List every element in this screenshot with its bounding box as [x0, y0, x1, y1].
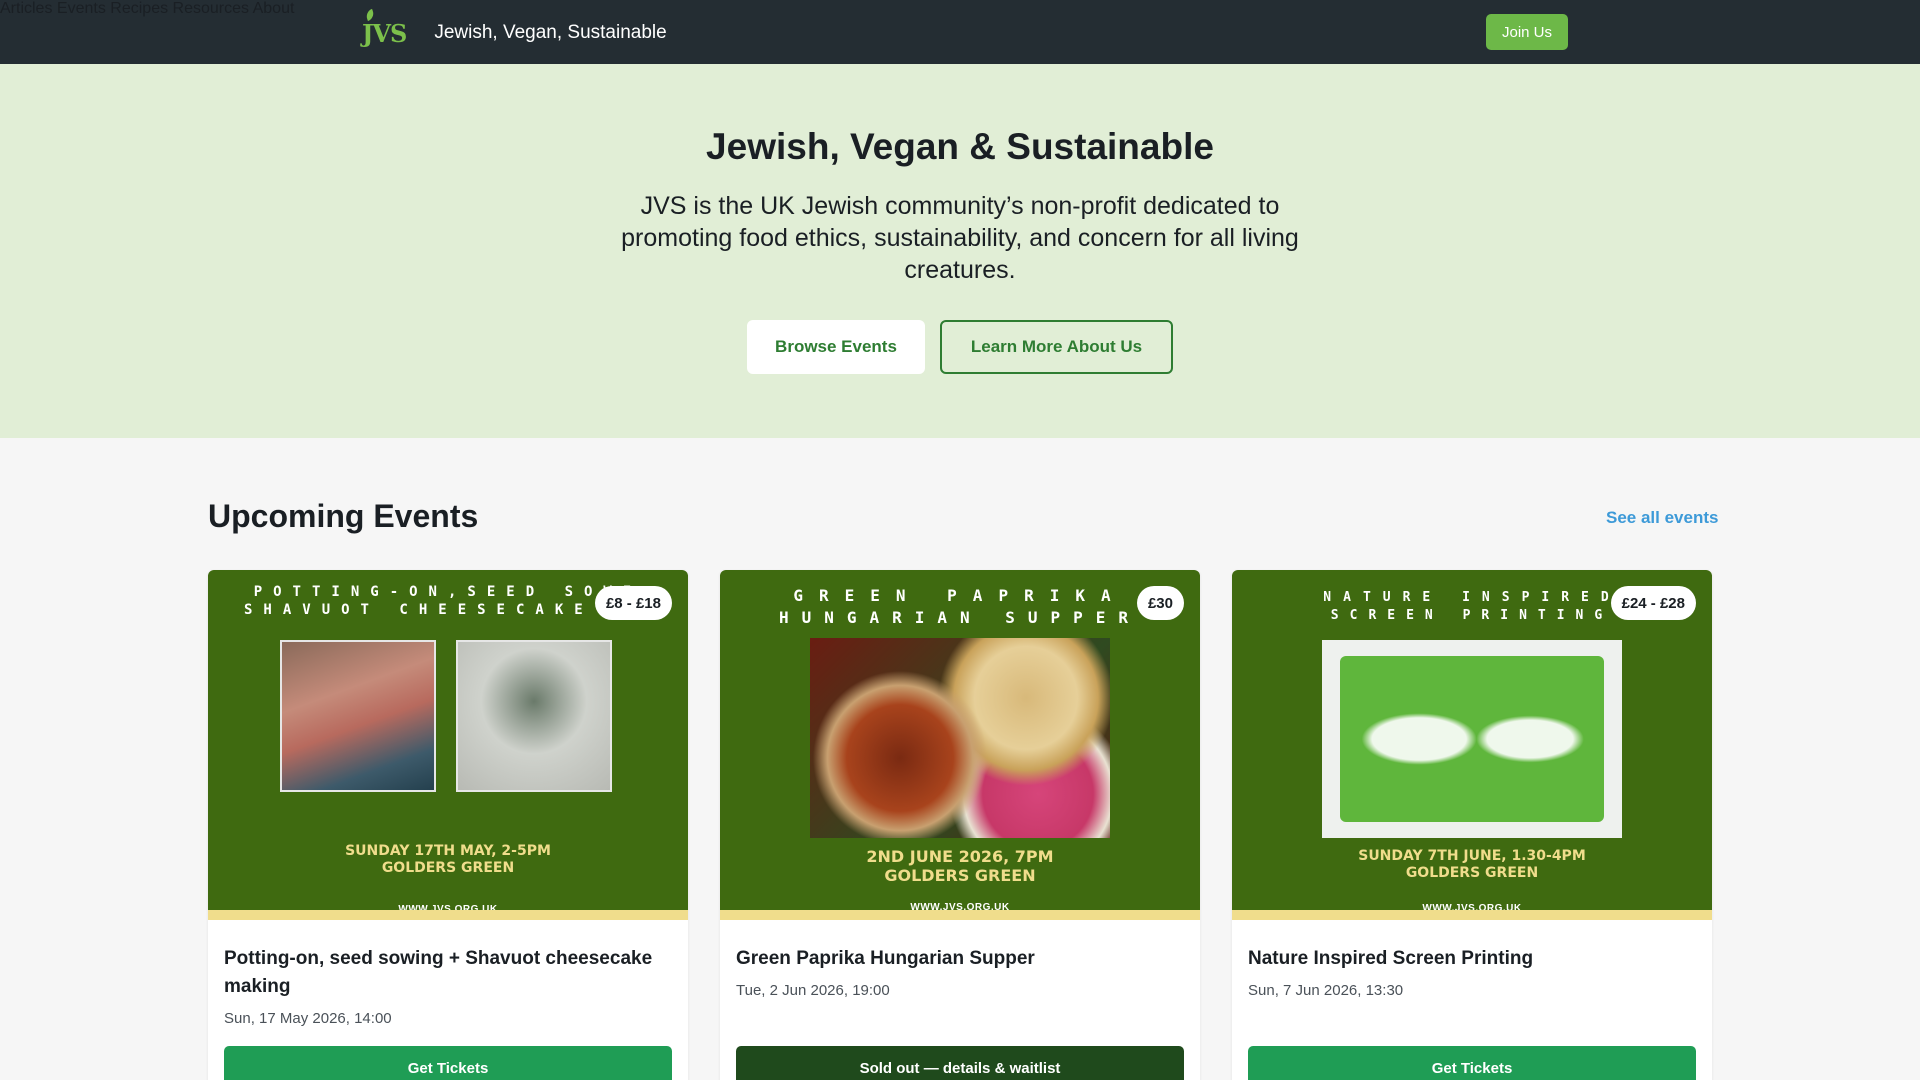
event-poster-image[interactable]: POTTING-ON,SEED SOWI SHAVUOT CHEESECAKE …	[208, 570, 688, 920]
nav-articles[interactable]: Articles	[0, 0, 52, 17]
event-title[interactable]: Nature Inspired Screen Printing	[1248, 945, 1696, 973]
event-title[interactable]: Green Paprika Hungarian Supper	[736, 945, 1184, 973]
poster-title-line: HUNGARIAN SUPPER	[778, 608, 1142, 627]
site-title[interactable]: Jewish, Vegan, Sustainable	[434, 13, 666, 53]
poster-date: SUNDAY 17TH MAY, 2-5PM	[345, 843, 551, 859]
poster-stripe	[208, 910, 688, 920]
hero-section: Jewish, Vegan & Sustainable JVS is the U…	[0, 64, 1920, 438]
jvs-logo[interactable]: JVS	[362, 8, 407, 54]
events-heading: Upcoming Events	[208, 498, 479, 534]
poster-location: GOLDERS GREEN	[381, 860, 515, 876]
hero-title: Jewish, Vegan & Sustainable	[706, 126, 1214, 167]
brand[interactable]: JVS Jewish, Vegan, Sustainable	[362, 8, 667, 54]
event-date: Tue, 2 Jun 2026, 19:00	[736, 982, 890, 999]
event-date: Sun, 17 May 2026, 14:00	[224, 1010, 392, 1027]
see-all-events-link[interactable]: See all events	[1606, 508, 1718, 528]
event-poster-image[interactable]: NATURE INSPIRED SCREEN PRINTING SUNDAY 7…	[1232, 570, 1712, 920]
seedlings-photo	[456, 640, 612, 792]
leaf-print-shape	[1340, 656, 1604, 822]
hungarian-food-photo	[810, 638, 1110, 838]
price-badge: £8 - £18	[594, 586, 672, 620]
join-us-button[interactable]: Join Us	[1486, 14, 1568, 50]
browse-events-button[interactable]: Browse Events	[747, 320, 925, 374]
price-badge: £30	[1136, 586, 1184, 620]
nav-resources[interactable]: Resources	[173, 0, 249, 17]
poster-date: SUNDAY 7TH JUNE, 1.30-4PM	[1358, 848, 1586, 864]
price-badge: £24 - £28	[1610, 586, 1696, 620]
cheesecake-photo	[280, 640, 436, 792]
event-poster-image[interactable]: GREEN PAPRIKA HUNGARIAN SUPPER 2ND JUNE …	[720, 570, 1200, 920]
top-navbar: JVS Jewish, Vegan, Sustainable Articles …	[0, 0, 1920, 64]
event-title[interactable]: Potting-on, seed sowing + Shavuot cheese…	[224, 945, 672, 1001]
nav-recipes[interactable]: Recipes	[110, 0, 168, 17]
poster-stripe	[1232, 910, 1712, 920]
screen-print-photo	[1322, 640, 1622, 838]
event-card[interactable]: NATURE INSPIRED SCREEN PRINTING SUNDAY 7…	[1232, 570, 1712, 1080]
learn-more-button[interactable]: Learn More About Us	[940, 320, 1173, 374]
logo-text: JVS	[362, 19, 407, 48]
event-date: Sun, 7 Jun 2026, 13:30	[1248, 982, 1404, 999]
poster-location: GOLDERS GREEN	[1405, 865, 1539, 881]
hero-description: JVS is the UK Jewish community’s non-pro…	[621, 192, 1299, 284]
nav-about[interactable]: About	[253, 0, 295, 17]
sold-out-waitlist-button[interactable]: Sold out — details & waitlist	[736, 1046, 1184, 1080]
poster-location: GOLDERS GREEN	[884, 866, 1036, 885]
poster-title-line: GREEN PAPRIKA	[793, 586, 1127, 605]
poster-date: 2ND JUNE 2026, 7PM	[866, 847, 1054, 866]
event-card[interactable]: GREEN PAPRIKA HUNGARIAN SUPPER 2ND JUNE …	[720, 570, 1200, 1080]
get-tickets-button[interactable]: Get Tickets	[224, 1046, 672, 1080]
nav-events[interactable]: Events	[57, 0, 106, 17]
event-card[interactable]: POTTING-ON,SEED SOWI SHAVUOT CHEESECAKE …	[208, 570, 688, 1080]
get-tickets-button[interactable]: Get Tickets	[1248, 1046, 1696, 1080]
poster-stripe	[720, 910, 1200, 920]
